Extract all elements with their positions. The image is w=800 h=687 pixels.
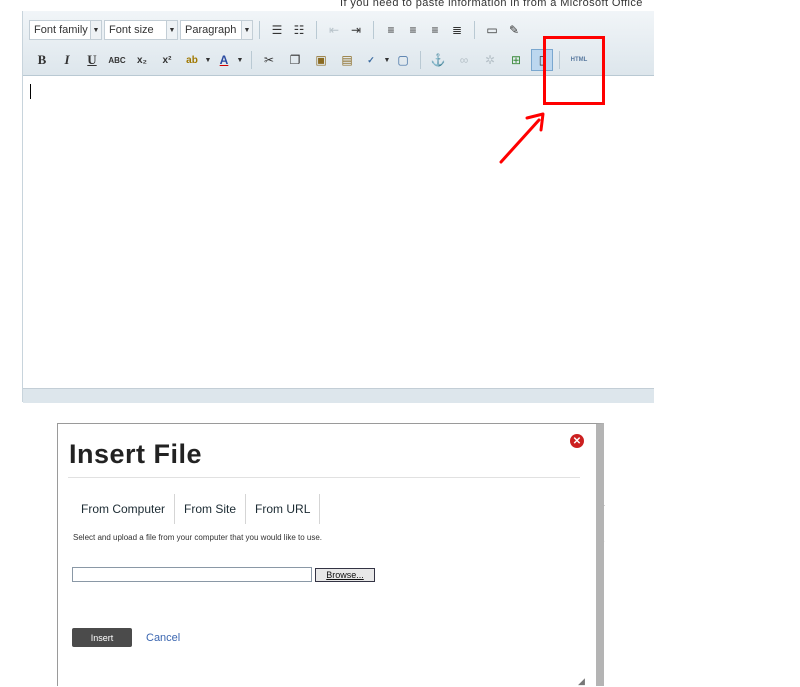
page-hint-text: If you need to paste information in from… <box>340 0 643 9</box>
unlink-icon[interactable]: ✲ <box>479 49 501 71</box>
highlight-color-icon[interactable]: ab <box>181 49 203 71</box>
insert-button[interactable]: Insert <box>72 628 132 647</box>
subscript-button[interactable]: x₂ <box>131 49 153 71</box>
insert-image-icon[interactable]: ⊞ <box>505 49 527 71</box>
font-size-select[interactable]: Font size ▼ <box>104 20 178 40</box>
bold-button[interactable]: B <box>31 49 53 71</box>
dialog-title: Insert File <box>69 439 203 469</box>
editor-status-bar <box>23 388 654 403</box>
chevron-down-icon: ▼ <box>241 21 252 39</box>
toolbar-separator <box>316 21 317 39</box>
file-path-input[interactable] <box>72 567 312 582</box>
browse-button[interactable]: Browse... <box>315 568 375 582</box>
bullet-list-icon[interactable]: ☰ <box>266 19 288 41</box>
cut-icon[interactable]: ✂ <box>258 49 280 71</box>
link-icon[interactable]: ∞ <box>453 49 475 71</box>
outdent-icon[interactable]: ⇤ <box>323 19 345 41</box>
edit-page-icon[interactable]: ✎ <box>503 19 525 41</box>
fullscreen-icon[interactable]: ▢ <box>392 49 414 71</box>
format-select[interactable]: Paragraph ▼ <box>180 20 253 40</box>
align-justify-icon[interactable]: ≣ <box>446 19 468 41</box>
strikethrough-button[interactable]: ABC <box>106 49 128 71</box>
annotation-highlight-box <box>543 36 605 105</box>
chevron-down-icon: ▼ <box>90 21 101 39</box>
chevron-down-icon: ▼ <box>166 21 177 39</box>
chevron-down-icon[interactable]: ▼ <box>235 49 245 71</box>
annotation-arrow-icon <box>499 112 545 164</box>
align-left-icon[interactable]: ≡ <box>380 19 402 41</box>
toolbar-separator <box>420 51 421 69</box>
chevron-down-icon[interactable]: ▼ <box>382 49 392 71</box>
close-icon[interactable]: ✕ <box>570 434 584 448</box>
superscript-button[interactable]: x² <box>156 49 178 71</box>
dialog-tabs: From Computer From Site From URL <box>72 494 321 524</box>
format-label: Paragraph <box>185 24 237 36</box>
spellcheck-icon[interactable]: ✓ <box>360 49 382 71</box>
toolbar-separator <box>259 21 260 39</box>
font-family-label: Font family <box>34 24 88 36</box>
toolbar-separator <box>251 51 252 69</box>
tab-from-site[interactable]: From Site <box>175 494 247 524</box>
tab-from-computer[interactable]: From Computer <box>72 494 176 524</box>
font-family-select[interactable]: Font family ▼ <box>29 20 102 40</box>
underline-button[interactable]: U <box>81 49 103 71</box>
cancel-link[interactable]: Cancel <box>146 632 180 644</box>
align-center-icon[interactable]: ≡ <box>402 19 424 41</box>
toolbar-row-2: B I U ABC x₂ x² ab ▼ A ▼ ✂ ❐ ▣ ▤ ✓ ▼ ▢ ⚓… <box>23 47 592 73</box>
horizontal-rule-icon[interactable]: ▭ <box>481 19 503 41</box>
align-right-icon[interactable]: ≡ <box>424 19 446 41</box>
numbered-list-icon[interactable]: ☷ <box>288 19 310 41</box>
editor-content-area[interactable] <box>23 76 654 388</box>
toolbar-separator <box>474 21 475 39</box>
font-size-label: Font size <box>109 24 154 36</box>
toolbar-row-1: Font family ▼ Font size ▼ Paragraph ▼ ☰ … <box>23 17 525 43</box>
italic-button[interactable]: I <box>56 49 78 71</box>
upload-description: Select and upload a file from your compu… <box>73 533 323 542</box>
chevron-down-icon[interactable]: ▼ <box>203 49 213 71</box>
toolbar-separator <box>373 21 374 39</box>
anchor-icon[interactable]: ⚓ <box>427 49 449 71</box>
resize-handle-icon[interactable]: ◢ <box>578 676 585 687</box>
text-caret <box>30 84 31 99</box>
insert-file-dialog: Insert File ✕ From Computer From Site Fr… <box>57 423 604 686</box>
indent-icon[interactable]: ⇥ <box>345 19 367 41</box>
copy-icon[interactable]: ❐ <box>284 49 306 71</box>
paste-word-icon[interactable]: ▤ <box>336 49 358 71</box>
paste-icon[interactable]: ▣ <box>310 49 332 71</box>
title-divider <box>68 477 580 478</box>
text-color-button[interactable]: A <box>213 49 235 71</box>
tab-from-url[interactable]: From URL <box>246 494 321 524</box>
